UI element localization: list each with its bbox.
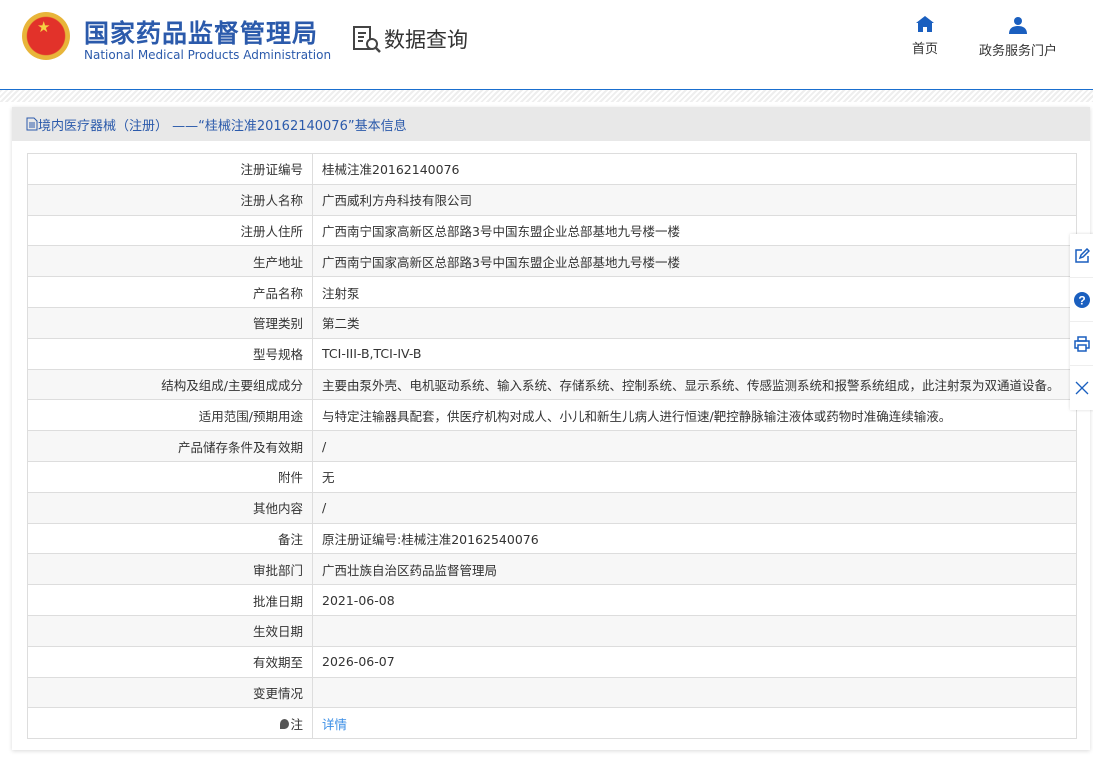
nav-gov-portal-label: 政务服务门户 [979,44,1058,59]
home-icon [916,16,934,32]
field-label: 变更情况 [27,676,313,709]
close-icon [1075,381,1089,395]
brand-name-en[interactable]: National Medical Products Administration [84,48,331,62]
table-row: 管理类别 第二类 [27,306,1077,339]
table-row: 注册人名称 广西威利方舟科技有限公司 [27,183,1077,216]
side-toolbar: ? [1070,234,1093,410]
field-value [312,614,1077,647]
field-value: 与特定注输器具配套，供医疗机构对成人、小儿和新生儿病人进行恒速/靶控静脉输注液体… [312,399,1077,432]
field-value: 无 [312,460,1077,493]
nav-home[interactable]: 首页 [912,16,938,57]
table-row: 生产地址 广西南宁国家高新区总部路3号中国东盟企业总部基地九号楼一楼 [27,245,1077,278]
field-value: 广西南宁国家高新区总部路3号中国东盟企业总部基地九号楼一楼 [312,214,1077,247]
table-row: 变更情况 [27,676,1077,709]
note-label-text: 注 [290,716,303,732]
table-row: 备注 原注册证编号:桂械注准20162540076 [27,522,1077,555]
field-value: 广西南宁国家高新区总部路3号中国东盟企业总部基地九号楼一楼 [312,245,1077,278]
field-label: 产品名称 [27,276,313,308]
national-emblem-logo [22,12,70,60]
field-value: TCI-III-B,TCI-IV-B [312,337,1077,370]
table-row: 适用范围/预期用途 与特定注输器具配套，供医疗机构对成人、小儿和新生儿病人进行恒速… [27,399,1077,432]
field-value: 第二类 [312,306,1077,339]
field-value: / [312,491,1077,524]
field-value [312,676,1077,709]
data-query-title: 数据查询 [352,24,468,54]
pin-icon [280,718,290,729]
field-value: 广西壮族自治区药品监督管理局 [312,553,1077,586]
field-label: 管理类别 [27,306,313,339]
table-row: 型号规格 TCI-III-B,TCI-IV-B [27,337,1077,370]
data-query-label: 数据查询 [384,28,468,52]
document-icon [26,117,38,131]
field-label: 注册人住所 [27,214,313,247]
print-button[interactable] [1070,322,1093,366]
table-row: 结构及组成/主要组成成分 主要由泵外壳、电机驱动系统、输入系统、存储系统、控制系统… [27,368,1077,401]
field-label: 生产地址 [27,245,313,278]
table-row: 生效日期 [27,614,1077,647]
field-value: 注射泵 [312,276,1077,308]
field-label: 其他内容 [27,491,313,524]
table-row: 注册证编号 桂械注准20162140076 [27,153,1077,185]
table-row: 其他内容 / [27,491,1077,524]
field-label: 注册人名称 [27,183,313,216]
help-button[interactable]: ? [1070,278,1093,322]
field-label: 有效期至 [27,645,313,678]
field-label: 型号规格 [27,337,313,370]
table-row: 注册人住所 广西南宁国家高新区总部路3号中国东盟企业总部基地九号楼一楼 [27,214,1077,247]
table-row: 附件无 [27,460,1077,493]
field-value: 主要由泵外壳、电机驱动系统、输入系统、存储系统、控制系统、显示系统、传感监测系统… [312,368,1077,401]
document-search-icon [353,26,381,53]
field-label: 适用范围/预期用途 [27,399,313,432]
edit-icon [1075,247,1090,263]
table-row: 产品名称 注射泵 [27,276,1077,308]
table-row: 注 详情 [27,707,1077,740]
field-label: 备注 [27,522,313,555]
brand-name-cn[interactable]: 国家药品监督管理局 [84,14,318,50]
feedback-button[interactable] [1070,234,1093,278]
svg-text:?: ? [1078,293,1085,307]
panel-title: 境内医疗器械（注册） ——“桂械注准20162140076”基本信息 [12,107,1090,141]
field-label: 注册证编号 [27,153,313,185]
field-label: 结构及组成/主要组成成分 [27,368,313,401]
site-header: 国家药品监督管理局 National Medical Products Admi… [0,0,1093,90]
note-label: 注 [27,707,313,740]
print-icon [1074,335,1090,352]
field-label: 产品储存条件及有效期 [27,430,313,462]
info-table: 注册证编号 桂械注准20162140076 注册人名称 广西威利方舟科技有限公司 注册人… [27,153,1077,740]
field-label: 批准日期 [27,584,313,616]
question-icon: ? [1074,291,1090,308]
table-row: 产品储存条件及有效期 / [27,430,1077,462]
field-label: 附件 [27,460,313,493]
panel-title-text: 境内医疗器械（注册） ——“桂械注准20162140076”基本信息 [38,118,407,134]
field-value: 2021-06-08 [312,584,1077,616]
close-button[interactable] [1070,366,1093,410]
table-row: 有效期至 2026-06-07 [27,645,1077,678]
field-label: 生效日期 [27,614,313,647]
nav-gov-portal[interactable]: 政务服务门户 [979,16,1057,59]
divider [0,90,1093,102]
table-row: 审批部门 广西壮族自治区药品监督管理局 [27,553,1077,586]
user-icon [1009,17,1027,34]
field-value: 桂械注准20162140076 [312,153,1077,185]
field-value: 广西威利方舟科技有限公司 [312,183,1077,216]
info-panel: 境内医疗器械（注册） ——“桂械注准20162140076”基本信息 注册证编号… [12,107,1090,750]
field-value: 原注册证编号:桂械注准20162540076 [312,522,1077,555]
field-value: / [312,430,1077,462]
nav-home-label: 首页 [912,42,939,57]
details-link[interactable]: 详情 [322,717,347,732]
table-row: 批准日期 2021-06-08 [27,584,1077,616]
field-label: 审批部门 [27,553,313,586]
field-value: 2026-06-07 [312,645,1077,678]
